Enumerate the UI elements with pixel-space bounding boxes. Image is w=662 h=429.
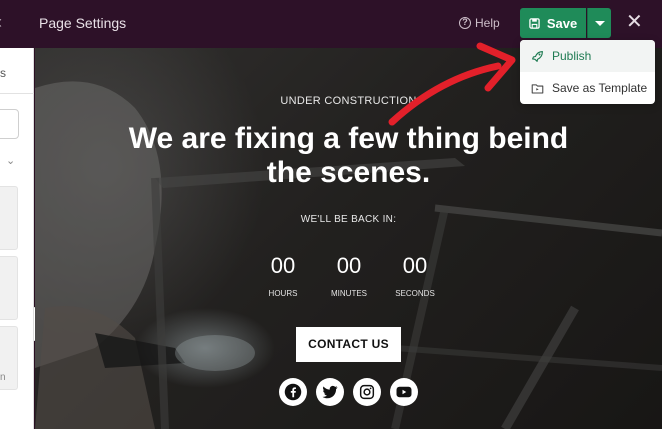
facebook-icon[interactable] bbox=[279, 378, 307, 406]
countdown-value: 00 bbox=[336, 253, 362, 278]
help-label: Help bbox=[475, 16, 500, 30]
sidebar-card[interactable] bbox=[0, 186, 18, 250]
sidebar-count-fragment: n bbox=[0, 372, 6, 383]
save-options-caret-button[interactable] bbox=[587, 8, 611, 38]
close-icon[interactable]: ✕ bbox=[626, 12, 643, 32]
countdown-value: 00 bbox=[270, 253, 296, 278]
chevron-down-icon[interactable]: ⌄ bbox=[6, 154, 15, 167]
countdown-label: MINUTES bbox=[331, 289, 367, 298]
countdown-seconds: 00 SECONDS bbox=[385, 253, 445, 299]
page-preview-canvas: UNDER CONSTRUCTION We are fixing a few t… bbox=[35, 48, 662, 429]
countdown-minutes: 00 MINUTES bbox=[319, 253, 379, 299]
save-options-menu: Publish Save as Template bbox=[520, 40, 655, 104]
hero-headline: We are fixing a few thing beind the scen… bbox=[128, 122, 569, 189]
countdown-hours: 00 HOURS bbox=[253, 253, 313, 299]
help-button[interactable]: ? Help bbox=[459, 16, 500, 30]
twitter-icon[interactable] bbox=[316, 378, 344, 406]
save-as-template-label: Save as Template bbox=[552, 81, 648, 95]
countdown-label: HOURS bbox=[268, 289, 298, 298]
sidebar-card[interactable] bbox=[0, 256, 18, 320]
publish-menu-item[interactable]: Publish bbox=[520, 40, 655, 72]
instagram-icon[interactable] bbox=[353, 378, 381, 406]
sidebar-tab-fragment[interactable]: s bbox=[0, 66, 6, 80]
publish-label: Publish bbox=[552, 49, 592, 63]
rocket-icon bbox=[532, 50, 543, 62]
help-icon: ? bbox=[459, 17, 471, 29]
save-button[interactable]: Save bbox=[520, 8, 586, 38]
save-label: Save bbox=[546, 15, 578, 31]
sidebar-divider bbox=[0, 93, 34, 94]
youtube-icon[interactable] bbox=[390, 378, 418, 406]
save-disk-icon bbox=[529, 17, 540, 29]
save-as-template-menu-item[interactable]: Save as Template bbox=[520, 72, 655, 104]
page-title: Page Settings bbox=[39, 15, 127, 31]
back-chevron-icon[interactable]: ‹ bbox=[0, 12, 2, 33]
countdown-label: SECONDS bbox=[395, 289, 435, 298]
countdown-caption: WE'LL BE BACK IN: bbox=[300, 214, 397, 225]
contact-us-button[interactable]: CONTACT US bbox=[296, 327, 401, 362]
settings-sidebar: s ⌄ n bbox=[0, 48, 34, 429]
sidebar-input[interactable] bbox=[0, 109, 19, 139]
folder-template-icon bbox=[531, 83, 544, 93]
countdown-value: 00 bbox=[402, 253, 428, 278]
